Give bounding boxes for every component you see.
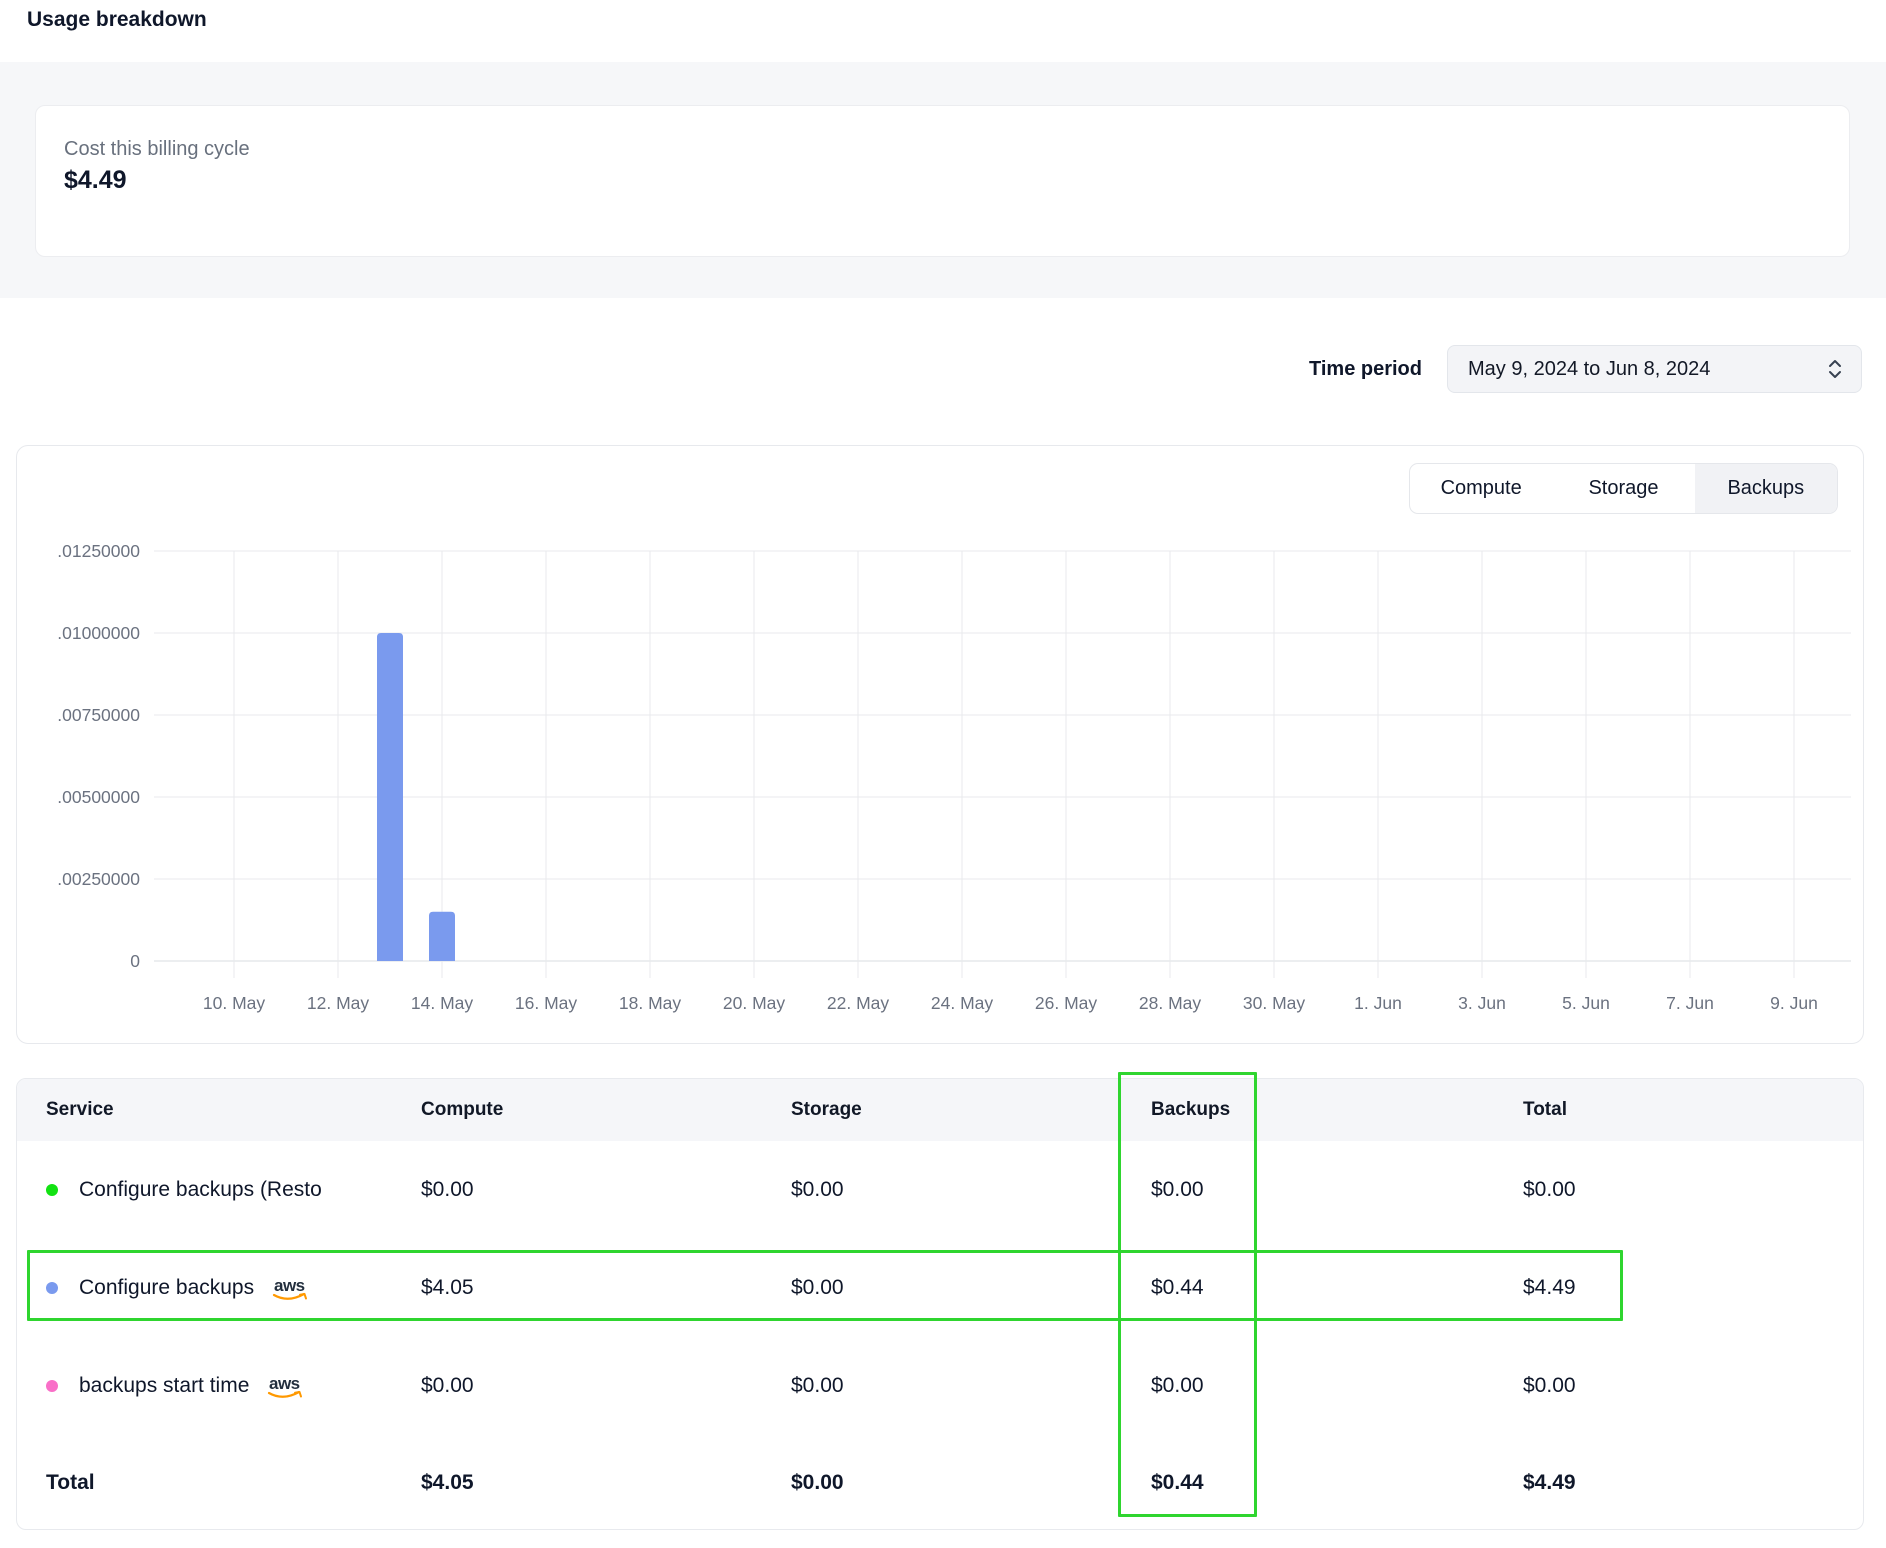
- usage-bar-14-may: [429, 912, 455, 961]
- table-row-configure-backups: Configure backups aws $4.05 $0.00 $0.44 …: [17, 1239, 1863, 1337]
- backups-cell: $0.44: [1151, 1239, 1204, 1337]
- cost-card-value: $4.49: [64, 166, 127, 195]
- service-name: backups start time: [79, 1374, 249, 1398]
- svg-text:0: 0: [130, 951, 140, 971]
- service-name: Configure backups: [79, 1276, 254, 1300]
- column-header-backups: Backups: [1151, 1079, 1230, 1141]
- cost-card-label: Cost this billing cycle: [64, 138, 250, 161]
- table-row-configure-backups-restored: Configure backups (Resto $0.00 $0.00 $0.…: [17, 1141, 1863, 1239]
- total-cell: $0.00: [1523, 1337, 1576, 1435]
- compute-cell: $0.00: [421, 1337, 474, 1435]
- total-label: Total: [46, 1435, 95, 1530]
- service-name: Configure backups (Resto: [79, 1178, 322, 1202]
- aws-icon: aws: [263, 1374, 307, 1402]
- service-cell: Configure backups (Resto: [46, 1141, 322, 1239]
- service-cell: Configure backups aws: [46, 1239, 312, 1337]
- storage-cell: $0.00: [791, 1337, 844, 1435]
- storage-cell: $0.00: [791, 1239, 844, 1337]
- svg-text:9. Jun: 9. Jun: [1770, 993, 1818, 1013]
- svg-text:26. May: 26. May: [1035, 993, 1097, 1013]
- aws-icon: aws: [268, 1276, 312, 1304]
- svg-text:1. Jun: 1. Jun: [1354, 993, 1402, 1013]
- svg-text:7. Jun: 7. Jun: [1666, 993, 1714, 1013]
- summary-section: Cost this billing cycle $4.49: [0, 62, 1886, 298]
- svg-text:18. May: 18. May: [619, 993, 681, 1013]
- svg-text:30. May: 30. May: [1243, 993, 1305, 1013]
- svg-text:.01000000: .01000000: [57, 623, 140, 643]
- table-row-backups-start-time: backups start time aws $0.00 $0.00 $0.00…: [17, 1337, 1863, 1435]
- total-cell: $4.49: [1523, 1239, 1576, 1337]
- column-header-total: Total: [1523, 1079, 1567, 1141]
- svg-text:.00500000: .00500000: [57, 787, 140, 807]
- chevron-up-down-icon: [1825, 357, 1845, 381]
- usage-bar-chart: .01250000 .01000000 .00750000 .00500000 .002…: [17, 446, 1863, 1043]
- usage-table: Service Compute Storage Backups Total Co…: [16, 1078, 1864, 1530]
- svg-text:14. May: 14. May: [411, 993, 473, 1013]
- series-dot-green: [46, 1184, 58, 1196]
- svg-text:.01250000: .01250000: [57, 541, 140, 561]
- usage-chart-card: Compute Storage Backups .01250000.010000…: [16, 445, 1864, 1044]
- backups-cell: $0.00: [1151, 1141, 1204, 1239]
- svg-text:12. May: 12. May: [307, 993, 369, 1013]
- service-cell: backups start time aws: [46, 1337, 307, 1435]
- svg-text:22. May: 22. May: [827, 993, 889, 1013]
- column-header-service: Service: [46, 1079, 114, 1141]
- column-header-compute: Compute: [421, 1079, 503, 1141]
- storage-total-cell: $0.00: [791, 1435, 844, 1530]
- storage-cell: $0.00: [791, 1141, 844, 1239]
- svg-text:24. May: 24. May: [931, 993, 993, 1013]
- svg-text:20. May: 20. May: [723, 993, 785, 1013]
- svg-text:3. Jun: 3. Jun: [1458, 993, 1506, 1013]
- backups-total-cell: $0.44: [1151, 1435, 1204, 1530]
- compute-cell: $4.05: [421, 1239, 474, 1337]
- compute-total-cell: $4.05: [421, 1435, 474, 1530]
- time-period-select[interactable]: May 9, 2024 to Jun 8, 2024: [1447, 345, 1862, 393]
- svg-text:.00250000: .00250000: [57, 869, 140, 889]
- series-dot-pink: [46, 1380, 58, 1392]
- usage-bar-13-may: [377, 633, 403, 961]
- series-dot-blue: [46, 1282, 58, 1294]
- table-header-row: Service Compute Storage Backups Total: [17, 1079, 1863, 1141]
- svg-text:10. May: 10. May: [203, 993, 265, 1013]
- time-period-value: May 9, 2024 to Jun 8, 2024: [1468, 358, 1825, 381]
- total-cell: $0.00: [1523, 1141, 1576, 1239]
- cost-card: Cost this billing cycle $4.49: [35, 105, 1850, 257]
- svg-text:aws: aws: [269, 1374, 300, 1393]
- table-total-row: Total $4.05 $0.00 $0.44 $4.49: [17, 1435, 1863, 1530]
- page-title: Usage breakdown: [27, 8, 207, 32]
- grand-total-cell: $4.49: [1523, 1435, 1576, 1530]
- svg-text:aws: aws: [274, 1276, 305, 1295]
- svg-text:28. May: 28. May: [1139, 993, 1201, 1013]
- svg-text:5. Jun: 5. Jun: [1562, 993, 1610, 1013]
- compute-cell: $0.00: [421, 1141, 474, 1239]
- svg-text:.00750000: .00750000: [57, 705, 140, 725]
- column-header-storage: Storage: [791, 1079, 862, 1141]
- backups-cell: $0.00: [1151, 1337, 1204, 1435]
- time-period-label: Time period: [1309, 358, 1422, 381]
- svg-text:16. May: 16. May: [515, 993, 577, 1013]
